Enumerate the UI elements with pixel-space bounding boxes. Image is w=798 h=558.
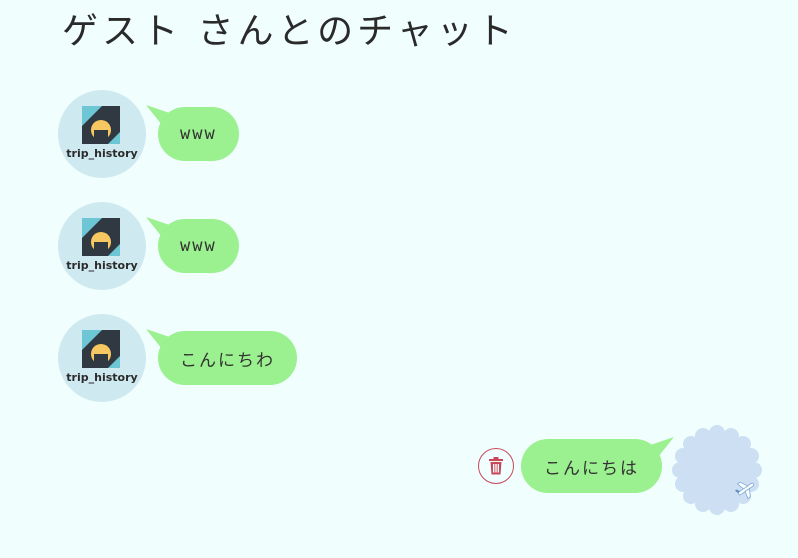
message-row-incoming: trip_history こんにちわ: [58, 314, 297, 402]
delete-message-button[interactable]: [478, 448, 514, 484]
user-avatar[interactable]: [672, 425, 762, 515]
partner-avatar[interactable]: trip_history: [58, 202, 146, 290]
message-row-incoming: trip_history www: [58, 90, 239, 178]
message-text: www: [180, 124, 217, 144]
message-text: こんにちは: [544, 458, 639, 479]
message-text: こんにちわ: [180, 350, 275, 371]
avatar-brand-label: trip_history: [66, 259, 138, 272]
avatar-brand-label: trip_history: [66, 147, 138, 160]
trash-icon: [489, 457, 503, 475]
chat-thread: trip_history www trip_history www trip_h…: [0, 0, 798, 558]
message-bubble: www: [158, 107, 239, 161]
trip-history-logo-icon: [82, 106, 120, 144]
message-bubble-outgoing: こんにちは: [521, 439, 662, 493]
partner-avatar[interactable]: trip_history: [58, 90, 146, 178]
partner-avatar[interactable]: trip_history: [58, 314, 146, 402]
message-row-incoming: trip_history www: [58, 202, 239, 290]
trip-history-logo-icon: [82, 330, 120, 368]
message-bubble: www: [158, 219, 239, 273]
trip-history-logo-icon: [82, 218, 120, 256]
message-bubble: こんにちわ: [158, 331, 297, 385]
message-text: www: [180, 236, 217, 256]
avatar-brand-label: trip_history: [66, 371, 138, 384]
